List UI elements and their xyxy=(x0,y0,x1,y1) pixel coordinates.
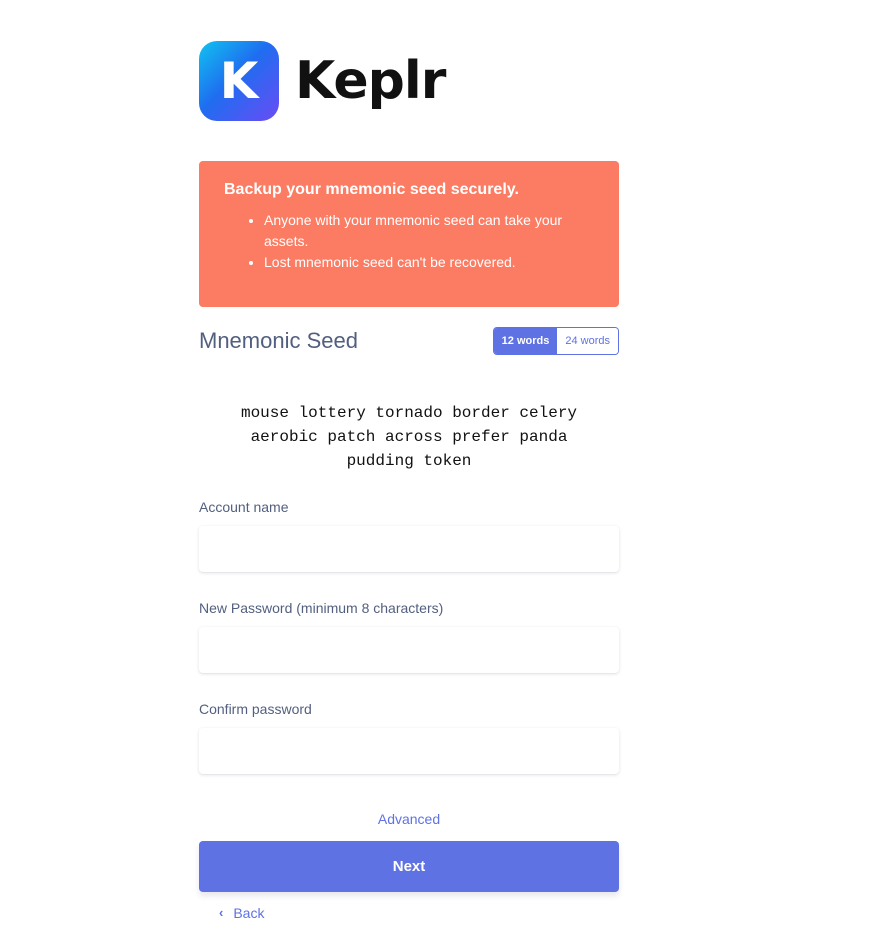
word-count-toggle: 12 words 24 words xyxy=(492,327,619,355)
confirm-password-input[interactable] xyxy=(199,728,619,774)
mnemonic-words: mouse lottery tornado border celery aero… xyxy=(219,401,599,473)
confirm-password-label: Confirm password xyxy=(199,701,312,717)
back-button[interactable]: ‹ Back xyxy=(219,904,264,922)
account-name-label: Account name xyxy=(199,499,289,515)
advanced-link[interactable]: Advanced xyxy=(199,810,619,828)
logo-letter: K xyxy=(219,52,259,110)
warning-item: Anyone with your mnemonic seed can take … xyxy=(264,210,594,252)
new-password-input[interactable] xyxy=(199,627,619,673)
mnemonic-line: mouse lottery tornado border celery xyxy=(240,404,578,422)
chevron-left-icon: ‹ xyxy=(219,905,224,920)
warning-item: Lost mnemonic seed can't be recovered. xyxy=(264,252,594,273)
warning-title: Backup your mnemonic seed securely. xyxy=(224,181,519,198)
new-password-label: New Password (minimum 8 characters) xyxy=(199,600,444,616)
mnemonic-line: pudding token xyxy=(346,452,472,470)
back-label: Back xyxy=(233,905,265,921)
mnemonic-line: aerobic patch across prefer panda xyxy=(250,428,568,446)
twenty-four-words-button[interactable]: 24 words xyxy=(557,328,618,354)
warning-list: Anyone with your mnemonic seed can take … xyxy=(224,210,594,273)
mnemonic-seed-title: Mnemonic Seed xyxy=(199,328,358,353)
backup-warning-box: Backup your mnemonic seed securely. Anyo… xyxy=(199,161,619,307)
brand-logo: K Keplr xyxy=(199,41,446,121)
brand-name: Keplr xyxy=(295,51,446,111)
twelve-words-button[interactable]: 12 words xyxy=(493,328,558,354)
account-name-input[interactable] xyxy=(199,526,619,572)
next-button[interactable]: Next xyxy=(199,841,619,892)
keplr-logo-icon: K xyxy=(199,41,279,121)
